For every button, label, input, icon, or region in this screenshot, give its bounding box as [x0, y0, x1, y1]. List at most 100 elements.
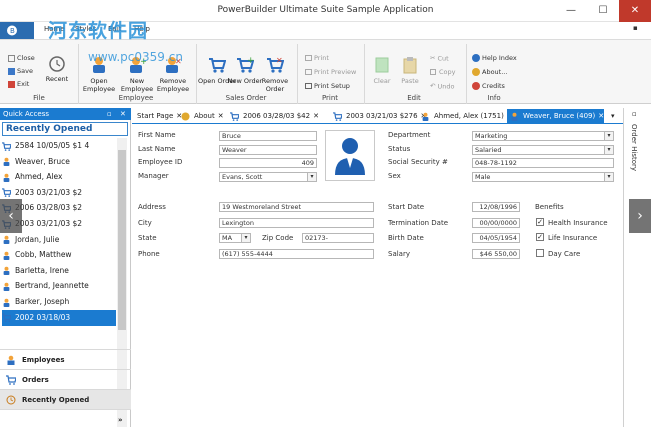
nav-overflow[interactable]: » — [0, 409, 131, 427]
health-insurance-checkbox[interactable]: ✓ — [536, 218, 544, 226]
salary-field[interactable]: $46 550,00 — [472, 249, 520, 259]
ribbon-pin-icon[interactable]: ▪ — [633, 24, 638, 32]
close-button[interactable]: ✕ — [619, 0, 651, 22]
next-arrow-button[interactable]: › — [629, 199, 651, 233]
phone-field[interactable]: (617) 555-4444 — [219, 249, 374, 259]
quick-access-header: Quick Access ▫ ✕ — [0, 108, 131, 120]
tab-close-icon[interactable]: ✕ — [598, 112, 604, 120]
exit-button[interactable]: Exit — [8, 80, 29, 89]
status-dropdown[interactable]: Salaried ▾ — [472, 145, 614, 155]
copy-button[interactable]: Copy — [430, 68, 456, 77]
sex-dropdown[interactable]: Male ▾ — [472, 172, 614, 182]
recent-list-item[interactable]: Barletta, Irene — [2, 263, 116, 279]
save-button[interactable]: Save — [8, 67, 33, 76]
help-index-button[interactable]: Help Index — [472, 54, 517, 63]
doc-tab[interactable]: About ✕ — [178, 109, 224, 123]
department-dropdown[interactable]: Marketing ▾ — [472, 131, 614, 141]
tab-overflow-icon[interactable]: ▾ — [608, 109, 615, 123]
group-file-label: File — [33, 94, 45, 102]
recent-item-text: Bertrand, Jeannette — [15, 281, 89, 291]
start-date-field[interactable]: 12/08/1996 — [472, 202, 520, 212]
state-dropdown[interactable]: MA ▾ — [219, 233, 251, 243]
cut-button[interactable]: ✂ Cut — [430, 54, 449, 64]
doc-tab[interactable]: Start Page ✕ — [134, 109, 182, 123]
recent-list-item[interactable]: Cobb, Matthew — [2, 247, 116, 263]
order-history-label: Order History — [630, 124, 638, 172]
chevron-down-icon[interactable]: ▾ — [604, 132, 613, 140]
doc-tab[interactable]: Ahmed, Alex (1751)✕ — [418, 109, 513, 123]
nav-orders[interactable]: Orders — [0, 369, 131, 389]
prev-arrow-button[interactable]: ‹ — [0, 199, 22, 233]
close-file-button[interactable]: Close — [8, 54, 35, 63]
chevron-down-icon[interactable]: ▾ — [241, 234, 250, 242]
chevron-down-icon[interactable]: ▾ — [604, 146, 613, 154]
scrollbar-thumb[interactable] — [118, 150, 126, 330]
application-menu-button[interactable]: B — [0, 22, 34, 39]
doc-tab[interactable]: 2006 03/28/03 $42 ✕ — [227, 109, 319, 123]
address-field[interactable]: 19 Westmoreland Street — [219, 202, 374, 212]
person-icon — [511, 112, 518, 121]
employee-id-field[interactable]: 409 — [219, 158, 317, 168]
order-history-panel[interactable]: ▫ Order History — [623, 108, 651, 427]
recent-list-item[interactable]: Jordan, Julie — [2, 232, 116, 248]
minimize-button[interactable]: — — [555, 0, 587, 22]
cart-icon — [230, 111, 240, 121]
recent-list-item[interactable]: Weaver, Bruce — [2, 154, 116, 170]
pin-icon[interactable]: ▫ — [107, 108, 112, 120]
employee-person-icon — [3, 173, 10, 182]
print-setup-button[interactable]: Print Setup — [305, 82, 350, 91]
about-button[interactable]: About... — [472, 68, 507, 77]
birth-date-field[interactable]: 04/05/1954 — [472, 233, 520, 243]
recent-item-text: 2002 03/18/03 — [15, 312, 71, 322]
watermark-logo: 河东软件园 — [48, 20, 149, 42]
nav-recently-opened[interactable]: Recently Opened — [0, 389, 131, 409]
chevron-down-icon[interactable]: ▾ — [307, 173, 316, 181]
doc-tab[interactable]: 2003 03/21/03 $276 ✕ — [330, 109, 426, 123]
recent-clock-icon — [49, 56, 65, 72]
state-label: State — [138, 234, 157, 242]
maximize-button[interactable]: ☐ — [587, 0, 619, 22]
ssn-field[interactable]: 048-78-1192 — [472, 158, 614, 168]
print-button[interactable]: Print — [305, 54, 329, 63]
group-sales-order-label: Sales Order — [225, 94, 267, 102]
cart-icon — [333, 111, 343, 121]
termination-date-field[interactable]: 00/00/0000 — [472, 218, 520, 228]
zip-field[interactable]: 02173- — [302, 233, 374, 243]
status-label: Status — [388, 145, 411, 153]
recent-list-item[interactable]: Bertrand, Jeannette — [2, 278, 116, 294]
doc-tab-label: Ahmed, Alex (1751) — [434, 112, 504, 120]
pin-icon[interactable]: ▫ — [632, 110, 637, 118]
ribbon-separator — [297, 44, 298, 104]
tab-close-icon[interactable]: ✕ — [218, 112, 224, 120]
paste-button[interactable]: Paste — [392, 56, 428, 85]
recent-button[interactable]: Recent — [38, 56, 76, 83]
credits-button[interactable]: Credits — [472, 82, 505, 91]
recent-list-item[interactable]: Ahmed, Alex — [2, 169, 116, 185]
print-preview-button[interactable]: Print Preview — [305, 68, 356, 77]
tab-close-icon[interactable]: ✕ — [313, 112, 319, 120]
doc-tab-label: 2006 03/28/03 $42 — [243, 112, 311, 120]
life-insurance-checkbox[interactable]: ✓ — [536, 233, 544, 241]
recent-list-item[interactable]: 2584 10/05/05 $1 4 — [2, 138, 116, 154]
nav-overflow-icon[interactable]: » — [118, 410, 123, 427]
termination-date-label: Termination Date — [388, 219, 449, 227]
nav-employees[interactable]: Employees — [0, 349, 131, 369]
manager-dropdown[interactable]: Evans, Scott ▾ — [219, 172, 317, 182]
employee-person-icon — [3, 235, 10, 245]
undo-button[interactable]: ↶ Undo — [430, 82, 454, 92]
recent-list-item[interactable]: Barker, Joseph — [2, 294, 116, 310]
clear-icon — [375, 57, 389, 73]
day-care-checkbox[interactable] — [536, 249, 544, 257]
panel-close-icon[interactable]: ✕ — [120, 108, 126, 120]
salary-label: Salary — [388, 250, 410, 258]
last-name-field[interactable]: Weaver — [219, 145, 317, 155]
zip-label: Zip Code — [262, 234, 294, 242]
first-name-field[interactable]: Bruce — [219, 131, 317, 141]
recent-list-item[interactable]: 2002 03/18/03 — [2, 309, 116, 326]
benefits-label: Benefits — [535, 203, 564, 211]
save-icon — [8, 67, 15, 75]
city-field[interactable]: Lexington — [219, 218, 374, 228]
doc-tab[interactable]: Weaver, Bruce (409) ✕ — [507, 109, 605, 123]
remove-order-button[interactable]: ✕ Remove Order — [256, 56, 294, 93]
chevron-down-icon[interactable]: ▾ — [604, 173, 613, 181]
